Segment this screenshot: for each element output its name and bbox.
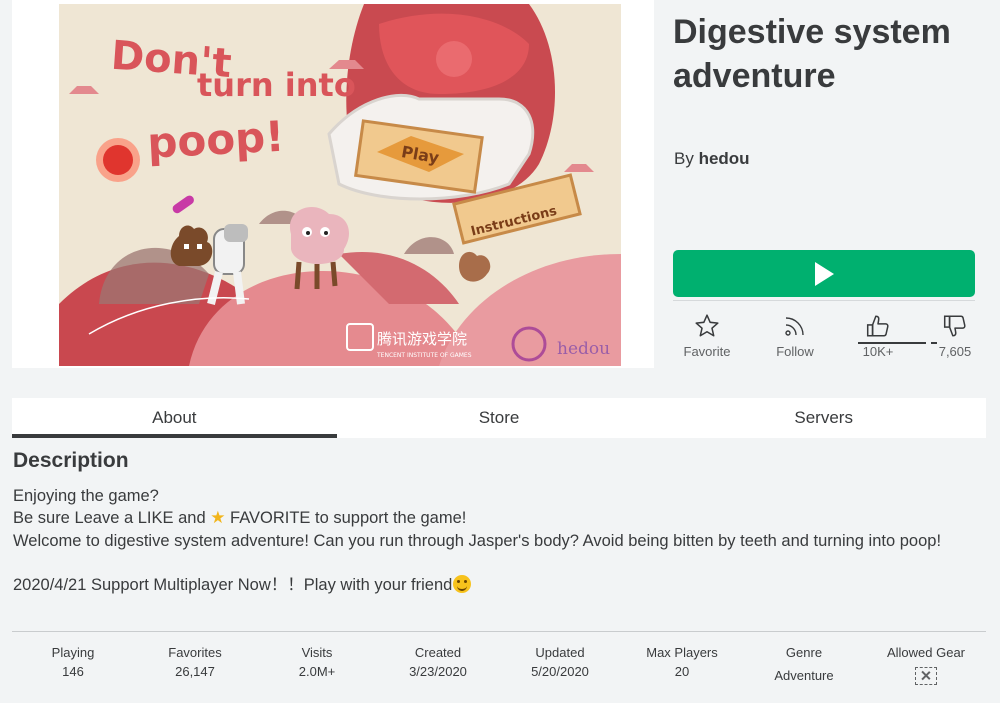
description-line: 2020/4/21 Support Multiplayer Now！！Play …	[13, 574, 973, 596]
description-body: Enjoying the game? Be sure Leave a LIKE …	[13, 485, 973, 597]
game-stats: Playing 146 Favorites 26,147 Visits 2.0M…	[12, 645, 986, 695]
stat-label: Favorites	[168, 645, 222, 660]
stat-updated: Updated 5/20/2020	[500, 645, 620, 681]
stat-value: 20	[674, 664, 690, 679]
game-media-panel: Play Instructions Don't turn into poop!	[12, 0, 654, 368]
stat-label: Created	[414, 645, 462, 660]
svg-text:TENCENT INSTITUTE OF GAMES: TENCENT INSTITUTE OF GAMES	[376, 352, 472, 359]
stat-label: Genre	[785, 645, 823, 660]
star-icon	[695, 314, 719, 337]
stat-visits: Visits 2.0M+	[257, 645, 377, 681]
game-actions: Favorite Follow 10K+ 7,605	[673, 312, 983, 368]
rss-icon	[785, 317, 804, 336]
stat-label: Max Players	[646, 645, 718, 660]
game-thumbnail[interactable]: Play Instructions Don't turn into poop!	[59, 4, 621, 366]
creator-link[interactable]: hedou	[699, 149, 750, 168]
divider	[673, 300, 975, 301]
description-text: Be sure Leave a LIKE and	[13, 509, 211, 528]
stat-value: 146	[62, 664, 84, 679]
upvote-button[interactable]: 10K+	[858, 312, 898, 359]
description-line: Be sure Leave a LIKE and ★ FAVORITE to s…	[13, 507, 973, 529]
stat-value: 5/20/2020	[531, 664, 589, 679]
follow-button[interactable]: Follow	[763, 312, 827, 359]
stat-allowed-gear: Allowed Gear	[866, 645, 986, 690]
stat-label: Updated	[535, 645, 585, 660]
tab-about[interactable]: About	[12, 398, 337, 438]
svg-text:腾讯游戏学院: 腾讯游戏学院	[377, 330, 467, 348]
stat-label: Playing	[51, 645, 95, 660]
svg-text:hedou: hedou	[557, 339, 610, 359]
stat-value: 2.0M+	[298, 664, 336, 679]
divider	[12, 631, 986, 632]
stat-genre: Genre Adventure	[744, 645, 864, 685]
description-line: Enjoying the game?	[13, 487, 159, 505]
play-icon	[815, 261, 834, 286]
smile-emoji-icon	[453, 575, 472, 594]
vote-ratio-bar	[858, 342, 926, 344]
creator-byline: By hedou	[674, 149, 750, 169]
tab-store[interactable]: Store	[337, 398, 662, 438]
thumbs-up-icon	[866, 315, 889, 337]
stat-value: 3/23/2020	[409, 664, 467, 679]
description-text: 2020/4/21 Support Multiplayer Now！！Play …	[13, 576, 453, 595]
by-label: By	[674, 149, 694, 168]
favorite-label: Favorite	[683, 344, 731, 359]
stat-max-players: Max Players 20	[622, 645, 742, 681]
description-text: FAVORITE to support the game!	[225, 509, 467, 528]
stat-label: Visits	[301, 645, 333, 660]
downvote-button[interactable]: 7,605	[935, 312, 975, 359]
description-line: Welcome to digestive system adventure! C…	[13, 531, 942, 550]
downvote-count: 7,605	[938, 344, 972, 359]
follow-label: Follow	[776, 344, 814, 359]
stat-value[interactable]: Adventure	[744, 667, 864, 685]
star-emoji-icon: ★	[210, 508, 226, 528]
stat-label: Allowed Gear	[886, 645, 966, 660]
svg-text:poop!: poop!	[146, 112, 285, 168]
stat-value: 26,147	[175, 664, 215, 679]
thumbs-down-icon	[943, 315, 966, 337]
game-title: Digestive system adventure	[673, 13, 951, 95]
game-tabs: About Store Servers	[12, 398, 986, 438]
svg-text:turn into: turn into	[197, 66, 356, 104]
play-button[interactable]	[673, 250, 975, 297]
stat-favorites: Favorites 26,147	[135, 645, 255, 681]
favorite-button[interactable]: Favorite	[673, 312, 741, 359]
stat-created: Created 3/23/2020	[378, 645, 498, 681]
tab-servers[interactable]: Servers	[661, 398, 986, 438]
stat-playing: Playing 146	[13, 645, 133, 681]
no-gear-icon	[915, 667, 937, 685]
upvote-count: 10K+	[862, 344, 894, 359]
description-heading: Description	[13, 449, 129, 472]
